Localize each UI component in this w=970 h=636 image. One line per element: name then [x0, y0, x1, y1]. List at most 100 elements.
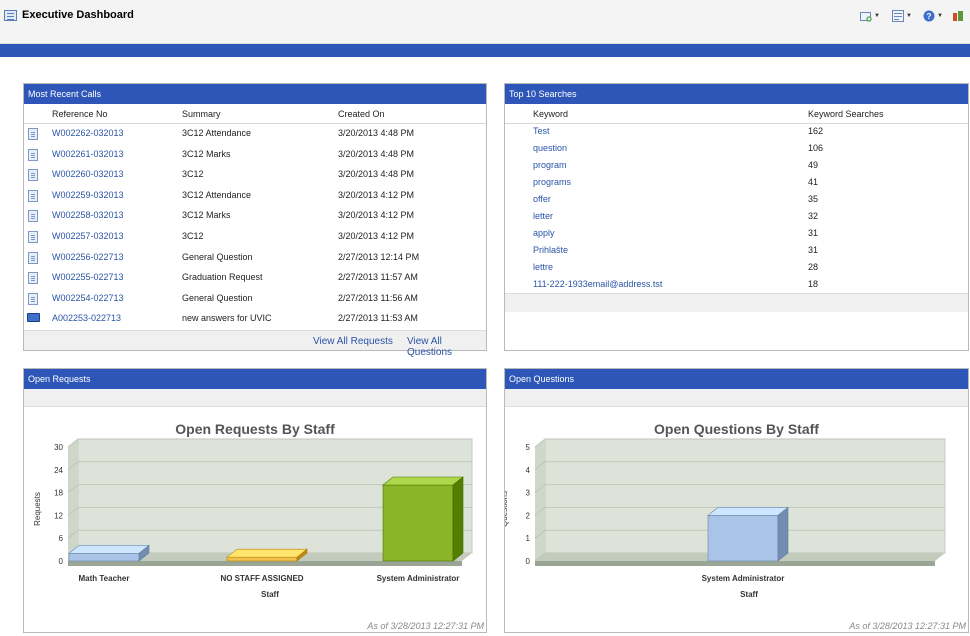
keyword-link[interactable]: offer: [533, 194, 551, 204]
view-all-questions-link[interactable]: View All Questions: [407, 336, 486, 358]
table-row: W002262-032013 3C12 Attendance 3/20/2013 4…: [24, 124, 486, 144]
top-searches-panel: Top 10 Searches Keyword Keyword Searches…: [504, 83, 969, 351]
summary-text: 3C12: [182, 169, 204, 180]
y-axis-label: Questions: [505, 491, 509, 527]
table-row: A002253-022713 new answers for UVIC 2/27/2…: [24, 309, 486, 329]
created-date: 3/20/2013 4:12 PM: [338, 189, 415, 200]
bar[interactable]: [226, 548, 308, 562]
keyword-link[interactable]: question: [533, 143, 567, 153]
summary-text: Graduation Request: [182, 272, 263, 283]
bar-front: [382, 484, 454, 562]
column-header[interactable]: Reference No: [52, 109, 108, 119]
created-date: 2/27/2013 11:56 AM: [338, 292, 418, 303]
y-tick-label: 12: [54, 511, 63, 520]
open-requests-toolbar: [24, 389, 486, 407]
table-row: W002256-022713 General Question 2/27/2013 …: [24, 248, 486, 268]
keyword-link[interactable]: Test: [533, 126, 550, 136]
table-row: question 106: [505, 141, 968, 158]
summary-text: 3C12 Marks: [182, 210, 231, 221]
document-icon: [28, 169, 38, 182]
reference-link[interactable]: W002255-022713: [52, 272, 124, 282]
summary-text: new answers for UVIC: [182, 313, 272, 324]
table-row: W002259-032013 3C12 Attendance 3/20/2013 4…: [24, 186, 486, 206]
table-row: letter 32: [505, 209, 968, 226]
open-questions-toolbar: [505, 389, 968, 407]
reference-link[interactable]: W002262-032013: [52, 128, 124, 138]
search-count: 32: [808, 211, 819, 221]
created-date: 2/27/2013 11:53 AM: [338, 313, 418, 324]
y-tick-label: 5: [526, 443, 531, 452]
search-count: 106: [808, 143, 824, 153]
keyword-link[interactable]: programs: [533, 177, 571, 187]
table-row: W002257-032013 3C12 3/20/2013 4:12 PM: [24, 227, 486, 247]
y-tick-label: 0: [59, 557, 64, 566]
table-row: W002258-032013 3C12 Marks 3/20/2013 4:12 P…: [24, 206, 486, 226]
keyword-link[interactable]: program: [533, 160, 567, 170]
table-header: Keyword Keyword Searches: [505, 104, 968, 124]
table-row: program 49: [505, 158, 968, 175]
top-searches-list: Test 162 question 106 program 49 programs 41 off…: [505, 124, 968, 294]
reference-link[interactable]: W002256-022713: [52, 252, 124, 262]
recent-calls-list: W002262-032013 3C12 Attendance 3/20/2013 4…: [24, 124, 486, 330]
search-count: 49: [808, 160, 819, 170]
help-button[interactable]: ? ▼: [923, 9, 943, 23]
open-requests-chart: 0 6 12 18 24 30 Requests Math Teacher NO STAFF A…: [33, 438, 473, 599]
add-button[interactable]: ▼: [860, 9, 880, 23]
search-count: 31: [808, 228, 819, 238]
summary-text: 3C12 Marks: [182, 148, 231, 159]
x-tick-label: Math Teacher: [79, 574, 130, 583]
bar[interactable]: [68, 544, 150, 562]
top-searches-footer: [505, 293, 968, 312]
keyword-link[interactable]: lettre: [533, 262, 553, 272]
table-row: W002260-032013 3C12 3/20/2013 4:48 PM: [24, 165, 486, 185]
table-row: lettre 28: [505, 260, 968, 277]
table-row: programs 41: [505, 175, 968, 192]
bar[interactable]: [707, 506, 789, 562]
y-tick-label: 2: [526, 511, 531, 520]
keyword-link[interactable]: 111-222-1933email@address.tst: [533, 279, 662, 289]
panel-title: Most Recent Calls: [24, 84, 486, 104]
export-icon: [892, 10, 904, 22]
reference-link[interactable]: W002254-022713: [52, 293, 124, 303]
export-button[interactable]: ▼: [892, 9, 912, 23]
plot-side-wall: [535, 439, 545, 561]
x-tick-label: NO STAFF ASSIGNED: [220, 574, 303, 583]
document-icon: [28, 189, 38, 202]
bar-front: [68, 553, 140, 562]
open-questions-chart: 0 1 2 3 4 5 Questions System Administrator Staff: [505, 438, 946, 599]
view-all-requests-link[interactable]: View All Requests: [313, 336, 393, 347]
reference-link[interactable]: W002260-032013: [52, 169, 124, 179]
open-questions-chart-area: Open Questions By Staff 0 1 2 3 4 5 Questions S…: [505, 407, 968, 632]
summary-text: 3C12 Attendance: [182, 189, 252, 200]
table-row: W002255-022713 Graduation Request 2/27/201…: [24, 268, 486, 288]
summary-text: 3C12 Attendance: [182, 128, 252, 138]
chevron-down-icon: ▼: [937, 13, 943, 19]
summary-text: General Question: [182, 251, 253, 262]
keyword-link[interactable]: apply: [533, 228, 555, 238]
table-row: Test 162: [505, 124, 968, 141]
open-questions-panel: Open Questions Open Questions By Staff 0…: [504, 368, 969, 633]
created-date: 3/20/2013 4:48 PM: [338, 128, 415, 138]
reference-link[interactable]: W002257-032013: [52, 231, 124, 241]
panel-title: Open Requests: [24, 369, 486, 389]
bar-top: [226, 548, 308, 558]
reference-link[interactable]: W002259-032013: [52, 190, 124, 200]
table-row: Prihlašte 31: [505, 243, 968, 260]
dashboard-icon: [4, 10, 17, 21]
column-header[interactable]: Created On: [338, 109, 385, 119]
bar-side: [452, 476, 464, 562]
reference-link[interactable]: A002253-022713: [52, 313, 121, 323]
column-header[interactable]: Keyword Searches: [808, 109, 884, 119]
search-count: 18: [808, 279, 819, 289]
column-header[interactable]: Summary: [182, 109, 221, 119]
created-date: 3/20/2013 4:48 PM: [338, 169, 415, 180]
y-axis-label: Requests: [33, 492, 42, 526]
reference-link[interactable]: W002261-032013: [52, 149, 124, 159]
settings-button[interactable]: [952, 9, 964, 23]
x-axis-label: Staff: [740, 590, 758, 599]
column-header[interactable]: Keyword: [533, 109, 568, 119]
bar[interactable]: [382, 476, 464, 562]
keyword-link[interactable]: Prihlašte: [533, 245, 568, 255]
keyword-link[interactable]: letter: [533, 211, 553, 221]
reference-link[interactable]: W002258-032013: [52, 210, 124, 220]
